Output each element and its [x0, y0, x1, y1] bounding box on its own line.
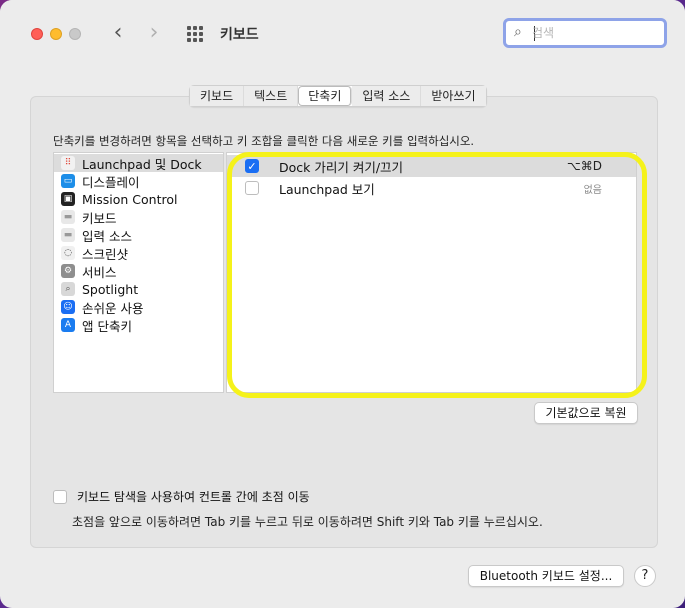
screenshot-icon: ◌ — [61, 246, 75, 260]
spotlight-icon: ⌕ — [61, 282, 75, 296]
shortcut-key-combo[interactable]: ⌥⌘D — [567, 159, 602, 173]
search-input[interactable] — [532, 24, 660, 42]
shortcut-enable-checkbox[interactable]: ✓ — [245, 159, 259, 173]
close-window-button[interactable] — [31, 28, 43, 40]
keyboard-navigation-label: 키보드 탐색을 사용하여 컨트롤 간에 초점 이동 — [77, 490, 310, 504]
show-all-grid-icon[interactable] — [187, 26, 205, 42]
sidebar-item[interactable]: ▬ 입력 소스 — [54, 226, 223, 244]
keyboard-navigation-checkbox[interactable] — [53, 489, 67, 504]
sidebar-item-label: Mission Control — [82, 191, 178, 207]
sidebar-item-label: 앱 단축키 — [82, 318, 132, 334]
sidebar-item[interactable]: ⠿ Launchpad 및 Dock — [54, 154, 223, 172]
sidebar-item-label: Launchpad 및 Dock — [82, 156, 202, 172]
tab-2[interactable]: 단축키 — [298, 86, 353, 106]
shortcut-key-combo[interactable]: 없음 — [584, 181, 602, 196]
keyboard-navigation-option[interactable]: 키보드 탐색을 사용하여 컨트롤 간에 초점 이동 — [53, 488, 310, 505]
back-arrow-icon[interactable]: ‹ — [108, 22, 128, 46]
shortcut-category-list[interactable]: ⠿ Launchpad 및 Dock ▭ 디스플레이 ▣ Mission Control ▬… — [53, 152, 224, 393]
tab-3[interactable]: 입력 소스 — [352, 86, 422, 106]
sidebar-item-label: 손쉬운 사용 — [82, 300, 144, 316]
bluetooth-keyboard-setup-button[interactable]: Bluetooth 키보드 설정... — [468, 565, 624, 587]
tab-bar: 키보드 텍스트 단축키 입력 소스 받아쓰기 — [189, 85, 487, 107]
sidebar-item-label: Spotlight — [82, 281, 139, 297]
sidebar-item-label: 서비스 — [82, 264, 117, 280]
app-shortcuts-icon: A — [61, 318, 75, 332]
tab-0[interactable]: 키보드 — [190, 86, 245, 106]
restore-defaults-button[interactable]: 기본값으로 복원 — [534, 402, 638, 424]
keyboard-navigation-help-text: 초점을 앞으로 이동하려면 Tab 키를 누르고 뒤로 이동하려면 Shift … — [72, 515, 543, 529]
accessibility-icon: ☺ — [61, 300, 75, 314]
shortcut-list[interactable]: ✓ Dock 가리기 켜기/끄기 ⌥⌘D Launchpad 보기 없음 — [226, 152, 637, 393]
sidebar-item[interactable]: ⚙ 서비스 — [54, 262, 223, 280]
search-field[interactable]: ⌕ — [503, 18, 667, 48]
shortcut-row[interactable]: Launchpad 보기 없음 — [227, 177, 636, 199]
sidebar-item[interactable]: ⌕ Spotlight — [54, 280, 223, 298]
system-preferences-window: ‹ › 키보드 ⌕ 키보드텍스트단축키입력 소스받아쓰기 단축키를 변경하려면 … — [0, 0, 685, 608]
help-button[interactable]: ? — [634, 565, 656, 587]
display-icon: ▭ — [61, 174, 75, 188]
mission-control-icon: ▣ — [61, 192, 75, 206]
sidebar-item[interactable]: ☺ 손쉬운 사용 — [54, 298, 223, 316]
window-title: 키보드 — [220, 27, 259, 43]
tab-4[interactable]: 받아쓰기 — [421, 86, 486, 106]
sidebar-item-label: 입력 소스 — [82, 228, 132, 244]
forward-arrow-icon[interactable]: › — [144, 22, 164, 46]
minimize-window-button[interactable] — [50, 28, 62, 40]
instructions-text: 단축키를 변경하려면 항목을 선택하고 키 조합을 클릭한 다음 새로운 키를 … — [53, 134, 475, 148]
sidebar-item[interactable]: ▣ Mission Control — [54, 190, 223, 208]
keyboard-icon: ▬ — [61, 210, 75, 224]
sidebar-item[interactable]: ▬ 키보드 — [54, 208, 223, 226]
services-gear-icon: ⚙ — [61, 264, 75, 278]
sidebar-item[interactable]: ◌ 스크린샷 — [54, 244, 223, 262]
shortcut-row[interactable]: ✓ Dock 가리기 켜기/끄기 ⌥⌘D — [227, 155, 636, 177]
shortcut-enable-checkbox[interactable] — [245, 181, 259, 195]
zoom-window-button[interactable] — [69, 28, 81, 40]
sidebar-item[interactable]: A 앱 단축키 — [54, 316, 223, 334]
sidebar-item-label: 스크린샷 — [82, 246, 129, 262]
tab-1[interactable]: 텍스트 — [244, 86, 299, 106]
titlebar: ‹ › 키보드 ⌕ — [0, 0, 685, 68]
search-icon: ⌕ — [514, 24, 522, 40]
sidebar-item[interactable]: ▭ 디스플레이 — [54, 172, 223, 190]
launchpad-icon: ⠿ — [61, 156, 75, 170]
input-source-icon: ▬ — [61, 228, 75, 242]
sidebar-item-label: 키보드 — [82, 210, 117, 226]
sidebar-item-label: 디스플레이 — [82, 174, 140, 190]
shortcut-label: Launchpad 보기 — [279, 181, 375, 197]
